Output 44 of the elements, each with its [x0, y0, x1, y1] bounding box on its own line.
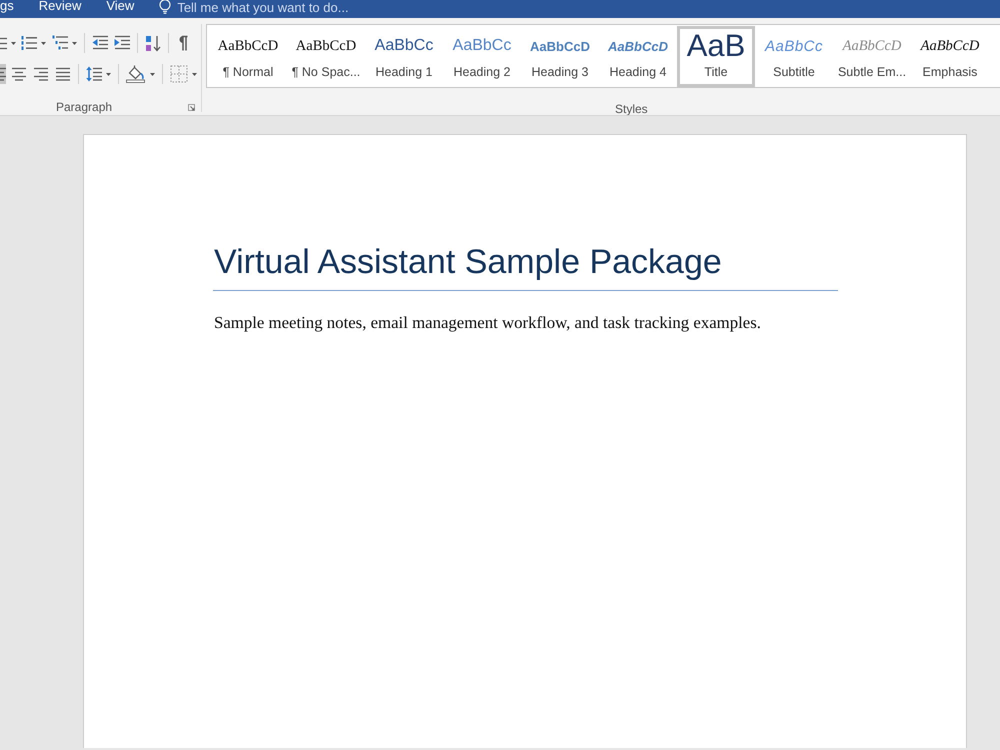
align-center-icon — [11, 67, 27, 81]
ribbon-tab[interactable]: View — [106, 0, 134, 14]
align-left-button[interactable] — [0, 64, 6, 84]
style-button[interactable]: AaBbCcD ¶ No Spac... — [287, 26, 365, 87]
group-label: Paragraph — [56, 100, 112, 114]
document-title: Virtual Assistant Sample Package — [213, 241, 838, 291]
paint-bucket-icon — [126, 65, 146, 83]
caret-icon — [106, 72, 111, 76]
style-button[interactable]: AaBbCcD Heading 4 — [599, 26, 677, 87]
document-paragraph: Sample meeting notes, email management workflow, and task tracking examples. — [213, 313, 762, 333]
numbering-button[interactable] — [20, 33, 47, 53]
style-button[interactable]: AaBbCcD ¶ Normal — [209, 26, 287, 87]
numbered-list-icon — [21, 35, 37, 51]
decrease-indent-icon — [92, 35, 108, 51]
caret-icon — [192, 72, 197, 76]
shading-button[interactable] — [125, 64, 156, 84]
style-button[interactable]: AaBbCc Heading 1 — [365, 26, 443, 87]
borders-button[interactable] — [169, 64, 198, 84]
style-button[interactable]: AaBbCcD Subtle Em... — [833, 26, 911, 87]
caret-icon — [41, 42, 46, 44]
caret-icon — [11, 42, 16, 44]
multilevel-list-icon — [52, 35, 68, 51]
align-right-icon — [33, 67, 49, 81]
sort-button[interactable] — [144, 33, 162, 53]
caret-icon — [72, 42, 77, 44]
style-button[interactable]: AaBbCcD Emphasis — [911, 26, 989, 87]
line-spacing-icon — [86, 66, 102, 82]
ribbon-tab[interactable]: Review — [38, 0, 82, 14]
line-spacing-button[interactable] — [85, 64, 112, 84]
style-button[interactable]: AaBbCcD Heading 3 — [521, 26, 599, 87]
caret-icon — [150, 72, 155, 76]
align-left-icon — [0, 67, 6, 81]
increase-indent-icon — [114, 35, 130, 51]
borders-icon — [170, 65, 188, 83]
style-button[interactable]: AaBbCc Subtitle — [755, 26, 833, 87]
style-button[interactable]: AaBbCc Heading 2 — [443, 26, 521, 87]
tell-me-field[interactable]: Tell me what you want to do... — [177, 0, 408, 16]
justify-icon — [55, 67, 71, 81]
style-button[interactable]: AaB Title — [677, 26, 755, 87]
lightbulb-icon — [159, 0, 172, 14]
ribbon-tab[interactable]: gs — [0, 0, 14, 14]
dialog-launcher-icon[interactable] — [188, 104, 195, 110]
list-lines-icon — [0, 36, 7, 50]
sort-icon — [145, 34, 161, 52]
